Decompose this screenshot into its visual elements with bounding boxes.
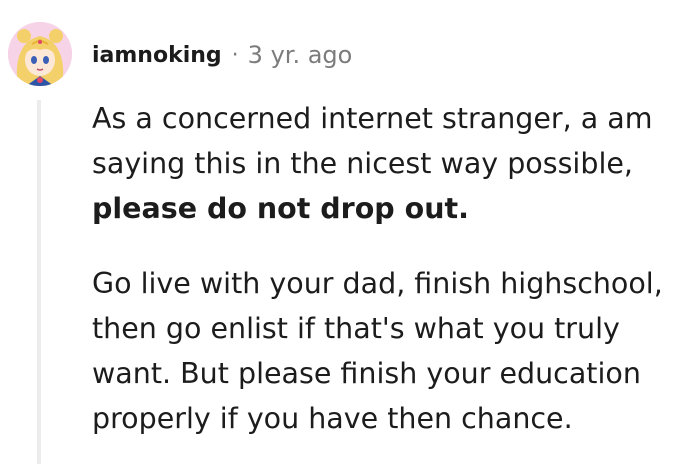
meta-separator: · [231,42,239,68]
comment-bold-text: please do not drop out. [92,192,469,225]
comment-text-line: Go live with your dad, finish highschool… [92,267,663,300]
user-avatar[interactable] [8,22,72,86]
username-link[interactable]: iamnoking [92,43,222,68]
avatar-illustration [8,22,72,86]
comment-text-line: then go enlist if that's what you truly [92,312,620,345]
comment-text-line: want. But please finish your education [92,357,641,390]
comment-paragraph: As a concerned internet stranger, a am s… [92,96,692,231]
comment-text-line: As a concerned internet stranger, a am [92,102,653,135]
comment-paragraph: Go live with your dad, finish highschool… [92,261,692,441]
thread-collapse-line[interactable] [37,100,41,464]
comment-body: As a concerned internet stranger, a am s… [92,96,692,441]
comment-text-line: saying this in the nicest way possible, [92,147,633,180]
comment-text-line: properly if you have then chance. [92,402,573,435]
comment-header: iamnoking · 3 yr. ago [92,37,352,73]
comment-timestamp[interactable]: 3 yr. ago [248,41,353,69]
